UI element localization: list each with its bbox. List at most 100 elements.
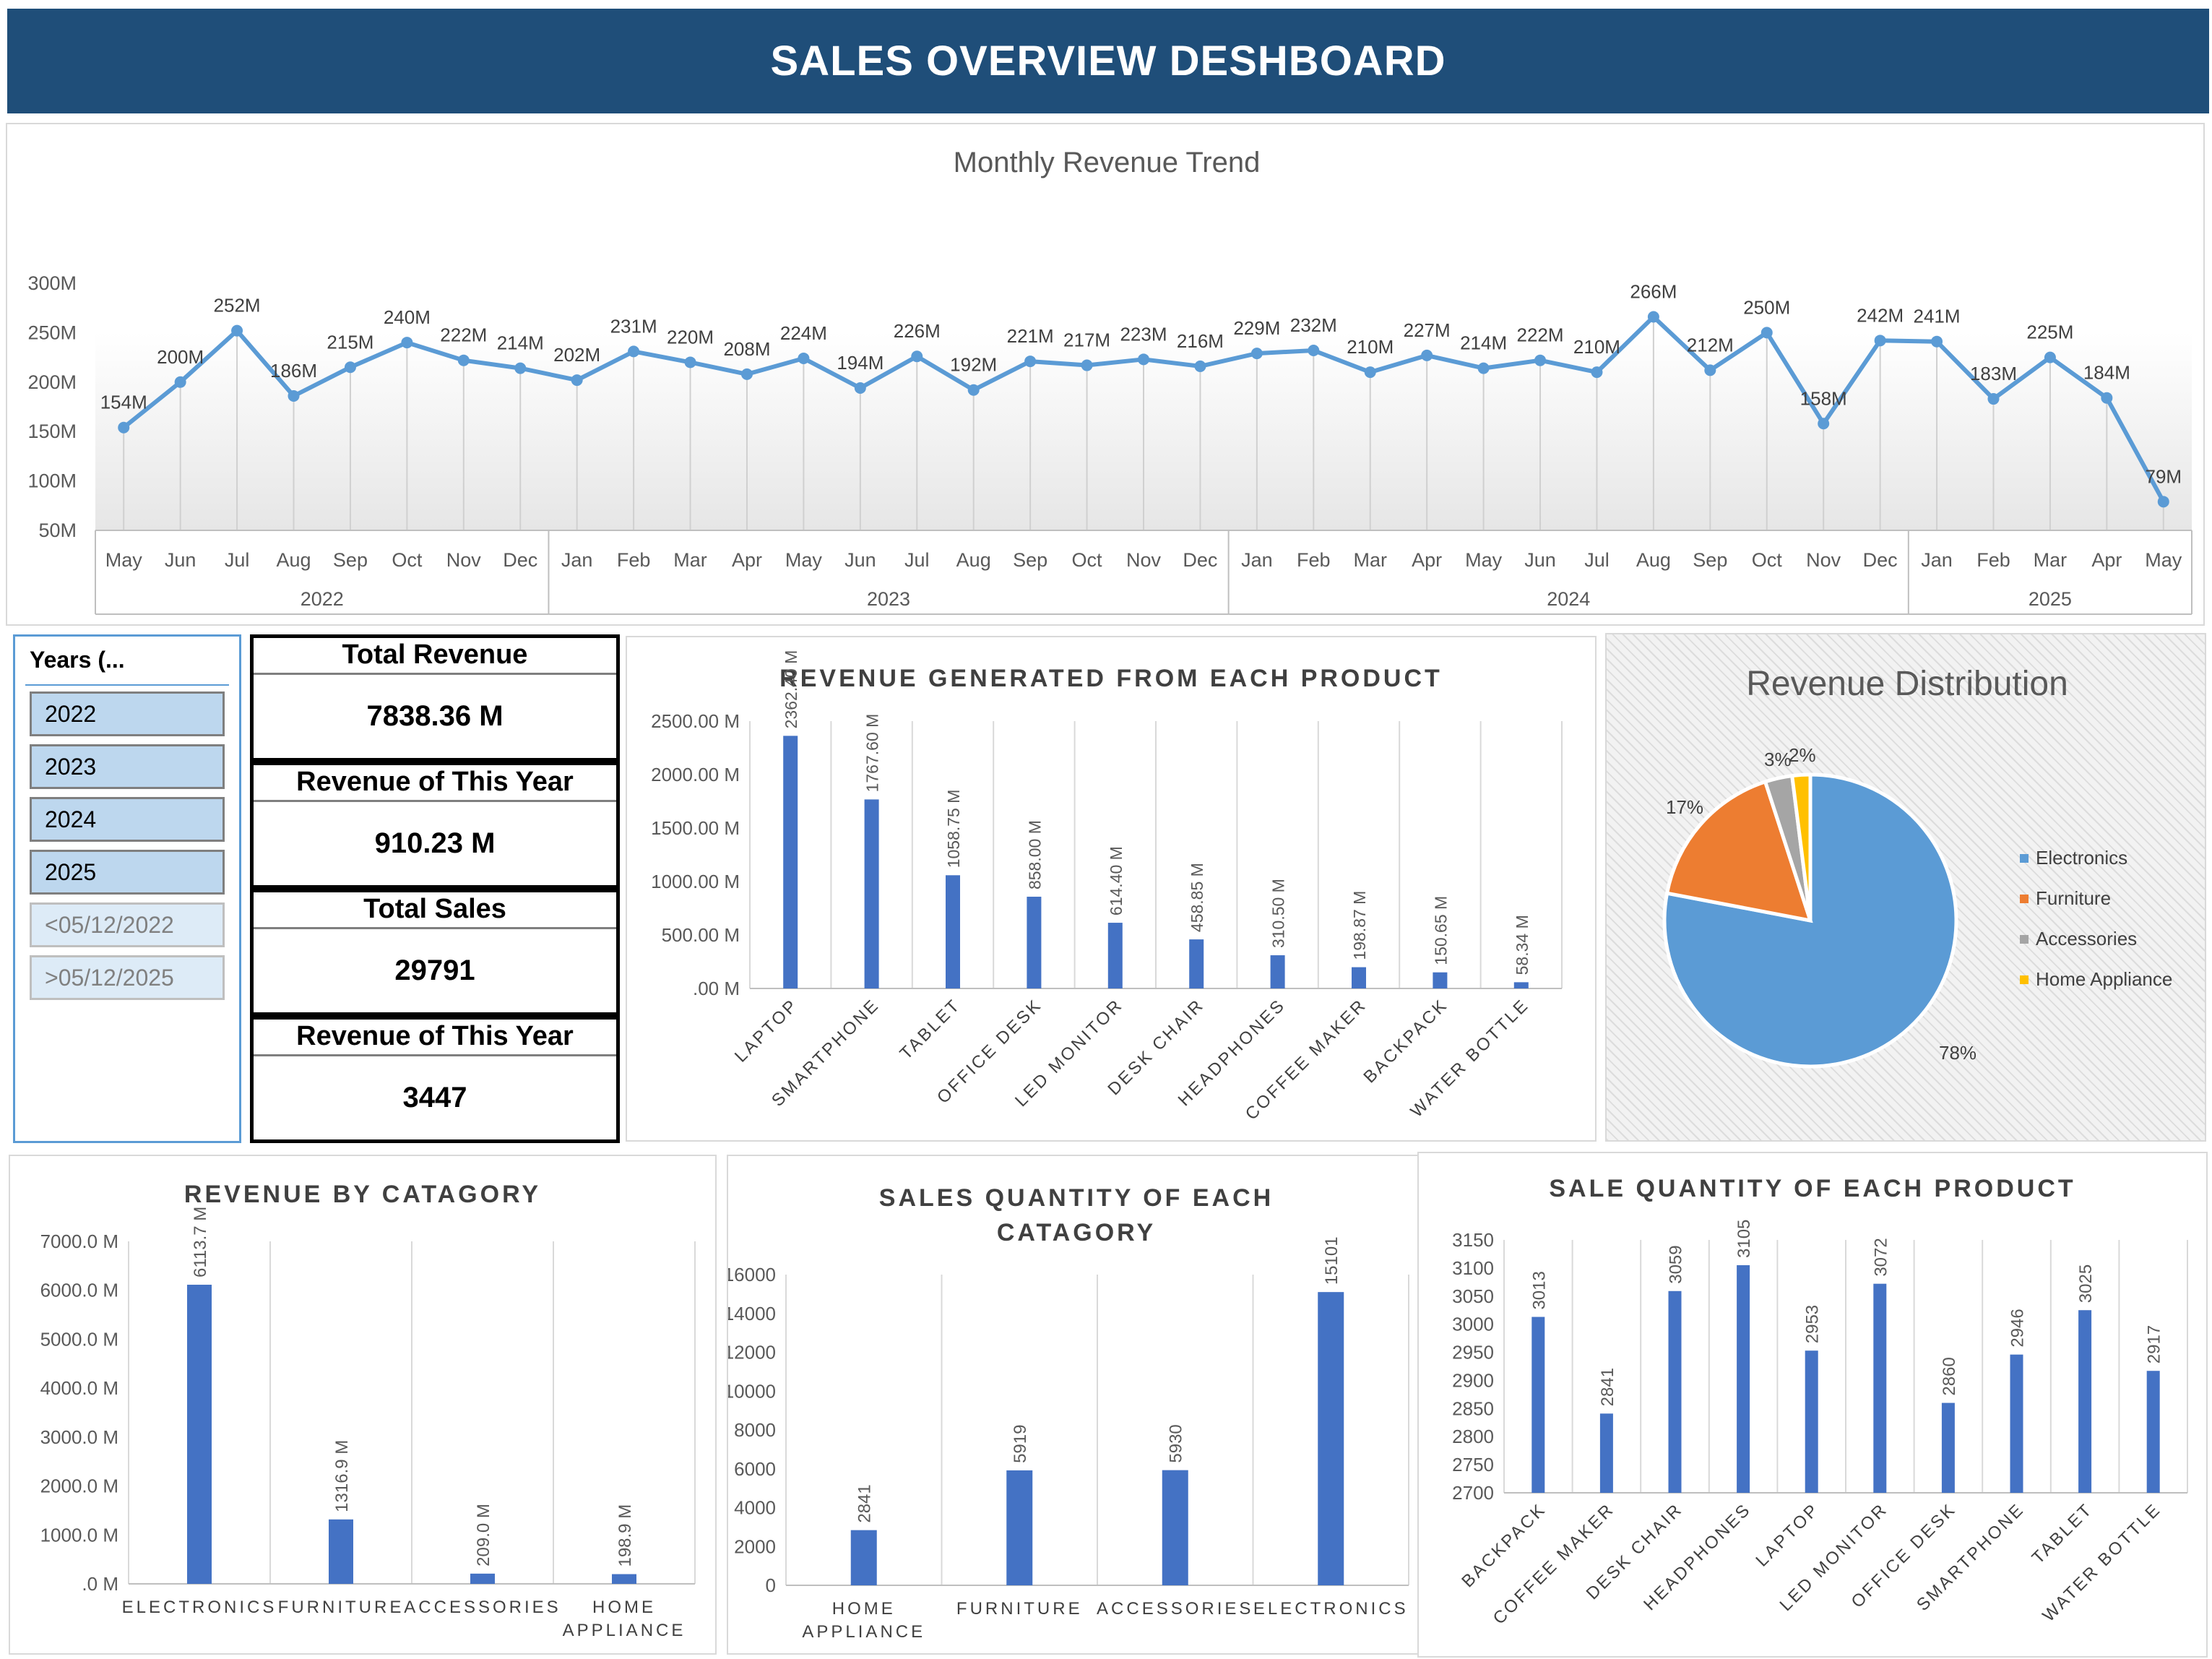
category-label: FURNITURE (956, 1599, 1083, 1619)
legend-swatch (2020, 854, 2029, 863)
data-label: 1767.60 M (863, 714, 882, 793)
data-point (2044, 351, 2056, 363)
category-label: LAPTOP (1752, 1499, 1823, 1570)
month-label: Nov (446, 549, 482, 571)
data-label: 212M (1687, 334, 1734, 356)
y-tick-label: 0 (766, 1574, 776, 1596)
data-label: 208M (723, 338, 770, 360)
month-label: Jun (165, 549, 196, 571)
data-label: 3105 (1734, 1220, 1754, 1258)
y-tick-label: 5000.0 M (40, 1328, 118, 1350)
month-label: Feb (617, 549, 651, 571)
legend-swatch (2020, 975, 2029, 984)
bar (864, 799, 879, 988)
year-label: 2022 (301, 588, 344, 610)
data-label: 242M (1857, 304, 1904, 326)
month-label: Nov (1806, 549, 1841, 571)
slicer-item-after-2025[interactable]: >05/12/2025 (30, 955, 225, 1000)
y-tick-label: 2000 (734, 1535, 776, 1557)
data-point (1647, 311, 1659, 323)
y-tick-label: 500.00 M (662, 924, 740, 946)
data-label: 198.87 M (1350, 891, 1369, 960)
data-point (854, 382, 866, 395)
y-tick-label: 2500.00 M (651, 710, 740, 732)
slicer-item-2024[interactable]: 2024 (30, 797, 225, 842)
chart-title: Revenue Distribution (1746, 665, 2068, 703)
data-label: 79M (2145, 465, 2182, 487)
month-label: Apr (1412, 549, 1442, 571)
data-label: 3% (1764, 749, 1792, 770)
category-label: LAPTOP (731, 995, 802, 1066)
slicer-item-2023[interactable]: 2023 (30, 744, 225, 789)
bar (1668, 1290, 1682, 1493)
data-label: 154M (100, 392, 147, 413)
month-label: Dec (1863, 549, 1898, 571)
slicer-item-before-2022[interactable]: <05/12/2022 (30, 902, 225, 947)
data-label: 186M (270, 360, 317, 382)
y-tick-label: 2850 (1452, 1397, 1494, 1419)
y-tick-label: 12000 (728, 1342, 776, 1363)
bar (1352, 967, 1366, 988)
bar (612, 1574, 636, 1584)
month-label: Oct (392, 549, 423, 571)
slicer-item-2025[interactable]: 2025 (30, 850, 225, 895)
bar (329, 1519, 353, 1584)
slicer-header: Years (... (30, 647, 125, 673)
month-label: Apr (2091, 549, 2122, 571)
month-label: Aug (956, 549, 991, 571)
data-label: 858.00 M (1025, 820, 1044, 889)
y-tick-label: 250M (27, 322, 77, 343)
month-label: Jan (1921, 549, 1953, 571)
data-point (798, 352, 810, 364)
data-point (2101, 392, 2113, 404)
y-tick-label: 6000 (734, 1458, 776, 1480)
data-label: 3025 (2076, 1264, 2096, 1303)
data-point (1704, 364, 1716, 376)
category-revenue-panel[interactable]: REVENUE BY CATAGORY 7000.0 M 6000.0 M 5000… (9, 1155, 717, 1655)
kpi-sales-this-year: Revenue of This Year 3447 (250, 1016, 620, 1143)
years-slicer[interactable]: Years (... 2022 2023 2024 2025 <05/12/20… (13, 634, 241, 1143)
month-label: May (105, 549, 143, 571)
category-label: APPLIANCE (563, 1621, 686, 1640)
month-label: Mar (1353, 549, 1387, 571)
product-quantity-panel[interactable]: SALE QUANTITY OF EACH PRODUCT 3150 3100 30… (1417, 1152, 2208, 1658)
kpi-title: Revenue of This Year (254, 1020, 616, 1056)
data-label: 5930 (1167, 1424, 1186, 1462)
month-label: Aug (1636, 549, 1671, 571)
y-tick-label: .00 M (693, 978, 740, 999)
data-label: 252M (214, 295, 261, 316)
data-point (911, 350, 923, 363)
slicer-item-2022[interactable]: 2022 (30, 691, 225, 736)
monthly-revenue-trend-panel[interactable]: Monthly Revenue Trend 300M 250M 200M 150M 100… (6, 123, 2205, 626)
y-tick-label: 2950 (1452, 1342, 1494, 1363)
data-point (1874, 335, 1886, 347)
bar (946, 875, 960, 988)
y-tick-label: 50M (38, 520, 77, 541)
category-label: WATER BOTTLE (2039, 1499, 2165, 1626)
data-label: 209.0 M (474, 1504, 493, 1567)
revenue-distribution-panel[interactable]: Revenue Distribution 78% 17% 3% 2% Electronic… (1605, 633, 2206, 1142)
bar (1006, 1470, 1033, 1585)
data-label: 227M (1404, 319, 1451, 341)
data-label: 158M (1800, 387, 1847, 409)
data-label: 2860 (1940, 1357, 1959, 1395)
data-label: 266M (1630, 281, 1677, 303)
month-label: Apr (732, 549, 762, 571)
bar (850, 1530, 877, 1585)
year-label: 2024 (1547, 588, 1590, 610)
kpi-title: Total Revenue (254, 638, 616, 675)
data-point (344, 361, 356, 374)
y-tick-label: 300M (27, 272, 77, 294)
bar (2146, 1371, 2160, 1493)
data-label: 240M (384, 306, 431, 328)
data-label: 250M (1743, 296, 1790, 318)
y-tick-label: 3150 (1452, 1229, 1494, 1251)
month-label: Jun (844, 549, 876, 571)
product-revenue-panel[interactable]: REVENUE GENERATED FROM EACH PRODUCT 2500… (626, 636, 1597, 1142)
product-quantity-chart: 3150 3100 3050 3000 2950 2900 2850 2800 2750 2700… (1452, 1220, 2188, 1629)
data-label: 58.34 M (1513, 915, 1531, 975)
year-label: 2025 (2029, 588, 2072, 610)
data-point (628, 345, 640, 358)
legend-label: Accessories (2036, 928, 2137, 949)
category-quantity-panel[interactable]: SALES QUANTITY OF EACH CATAGORY 16000 140… (727, 1155, 1426, 1655)
